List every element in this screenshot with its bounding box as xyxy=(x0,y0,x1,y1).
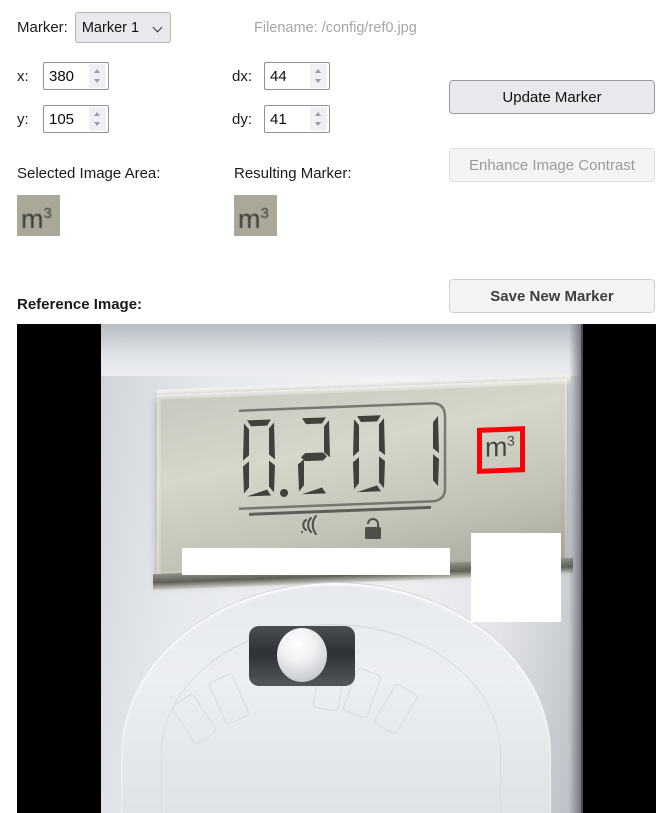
y-label: y: xyxy=(17,110,29,128)
marker-highlight-rectangle[interactable] xyxy=(477,426,525,474)
dy-stepper[interactable] xyxy=(310,107,327,131)
dx-stepper[interactable] xyxy=(310,64,327,88)
x-input[interactable]: 380 xyxy=(43,62,109,90)
resulting-marker-label: Resulting Marker: xyxy=(234,165,352,182)
y-stepper[interactable] xyxy=(89,107,106,131)
marker-select-value: Marker 1 xyxy=(81,19,140,36)
reference-image-label: Reference Image: xyxy=(17,296,143,313)
dy-value: 41 xyxy=(270,110,287,128)
x-stepper[interactable] xyxy=(89,64,106,88)
wireless-signal-icon xyxy=(301,515,317,535)
x-label: x: xyxy=(17,67,29,85)
redaction-box-label xyxy=(471,533,561,622)
dy-input[interactable]: 41 xyxy=(264,105,330,133)
dx-value: 44 xyxy=(270,67,287,85)
lcd-status-icons xyxy=(301,515,381,539)
enhance-image-contrast-button[interactable]: Enhance Image Contrast xyxy=(449,148,655,182)
y-field-group: y: 105 xyxy=(17,105,109,133)
x-value: 380 xyxy=(49,67,75,85)
marker-editor-page: Marker: Marker 1 Filename: /config/ref0.… xyxy=(0,0,668,813)
resulting-marker-thumbnail: m3 xyxy=(234,195,277,236)
cubic-meter-glyph: m3 xyxy=(21,204,52,234)
marker-select-row: Marker: Marker 1 xyxy=(17,12,171,43)
meter-push-button[interactable] xyxy=(277,628,327,682)
y-input[interactable]: 105 xyxy=(43,105,109,133)
selected-image-area-label: Selected Image Area: xyxy=(17,165,161,182)
save-new-marker-button[interactable]: Save New Marker xyxy=(449,279,655,313)
marker-label: Marker: xyxy=(17,19,68,36)
lock-icon xyxy=(365,518,381,539)
chevron-down-icon xyxy=(154,23,164,33)
dy-label: dy: xyxy=(232,110,253,128)
reference-image-canvas[interactable]: m3 8 DME DIEHL Metering xyxy=(17,324,656,813)
meter-top-shadow xyxy=(101,324,581,376)
selected-image-area-thumbnail: m3 xyxy=(17,195,60,236)
update-marker-button[interactable]: Update Marker xyxy=(449,80,655,114)
dx-label: dx: xyxy=(232,67,253,85)
dy-field-group: dy: 41 xyxy=(232,105,330,133)
cubic-meter-glyph: m3 xyxy=(238,204,269,234)
meter-right-edge-shadow xyxy=(569,324,583,813)
x-field-group: x: 380 xyxy=(17,62,109,90)
y-value: 105 xyxy=(49,110,75,128)
dx-input[interactable]: 44 xyxy=(264,62,330,90)
filename-display: Filename: /config/ref0.jpg xyxy=(254,20,417,36)
marker-select[interactable]: Marker 1 xyxy=(74,12,171,43)
dx-field-group: dx: 44 xyxy=(232,62,330,90)
redaction-box-serial xyxy=(182,548,450,575)
